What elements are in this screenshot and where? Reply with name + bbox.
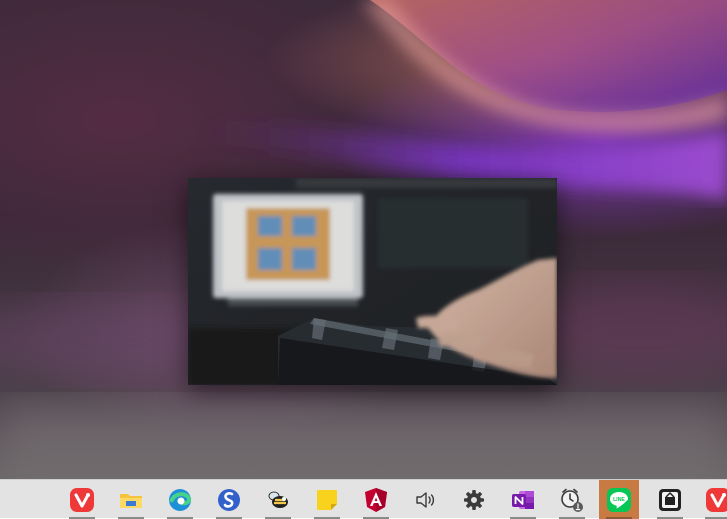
keyboard-video-frame xyxy=(188,178,557,385)
taskbar-item-alarms-clock[interactable] xyxy=(552,480,592,519)
taskbar-item-vivaldi-2[interactable] xyxy=(698,480,727,519)
desktop-wallpaper xyxy=(0,0,727,479)
line-icon: LINE xyxy=(606,487,632,513)
taskbar-item-sticky-notes[interactable] xyxy=(307,480,347,519)
vivaldi-icon xyxy=(705,487,727,513)
video-thumbnail-preview[interactable] xyxy=(188,178,557,385)
taskbar-item-onenote[interactable] xyxy=(503,480,543,519)
bee-icon xyxy=(265,487,291,513)
taskbar-item-volume[interactable] xyxy=(405,480,445,519)
simplenote-icon xyxy=(216,487,242,513)
taskbar-item-angular[interactable] xyxy=(356,480,396,519)
taskbar-item-microsoft-edge[interactable] xyxy=(160,480,200,519)
onenote-icon xyxy=(510,487,536,513)
taskbar-item-simplenote[interactable] xyxy=(209,480,249,519)
angular-icon xyxy=(363,487,389,513)
taskbar-item-vivaldi[interactable] xyxy=(62,480,102,519)
gear-icon xyxy=(461,487,487,513)
taskbar-item-file-explorer[interactable] xyxy=(111,480,151,519)
taskbar: LINE xyxy=(0,479,727,519)
taskbar-item-line[interactable]: LINE xyxy=(599,480,639,519)
taskbar-item-settings[interactable] xyxy=(454,480,494,519)
taskbar-item-media-app[interactable] xyxy=(650,480,690,519)
vivaldi-icon xyxy=(69,487,95,513)
speaker-icon xyxy=(412,487,438,513)
taskbar-item-bee-app[interactable] xyxy=(258,480,298,519)
svg-text:LINE: LINE xyxy=(613,497,625,503)
alarm-clock-icon xyxy=(559,487,585,513)
edge-icon xyxy=(167,487,193,513)
media-icon xyxy=(657,487,683,513)
folder-icon xyxy=(118,487,144,513)
sticky-note-icon xyxy=(314,487,340,513)
